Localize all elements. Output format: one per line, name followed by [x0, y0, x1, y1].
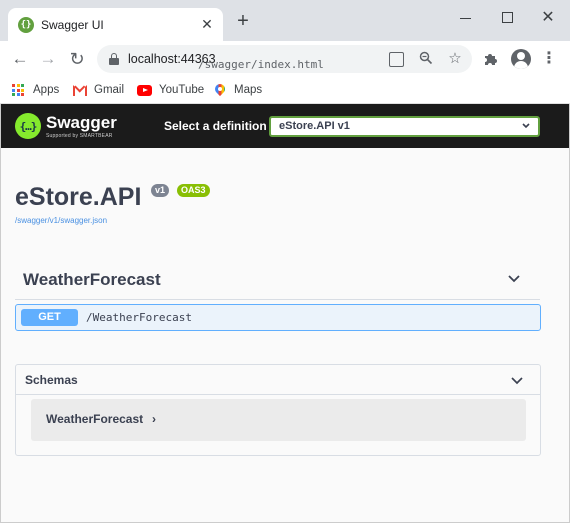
address-bar[interactable]: localhost:44363/swagger/index.html ☆: [97, 45, 472, 73]
chevron-right-icon[interactable]: ›: [152, 412, 156, 426]
back-arrow-icon[interactable]: ←: [10, 49, 30, 69]
bookmark-star-icon[interactable]: ☆: [447, 51, 463, 67]
apps-grid-dot: [16, 88, 20, 92]
browser-toolbar: ← → ↻ localhost:44363/swagger/index.html…: [0, 41, 570, 77]
bookmark-label: Maps: [234, 84, 263, 96]
address-url[interactable]: localhost:44363/swagger/index.html: [128, 52, 324, 71]
tag-divider: [15, 299, 540, 300]
apps-grid-dot: [12, 93, 15, 96]
browser-titlebar: {} Swagger UI ✕ + ✕: [0, 0, 570, 41]
apps-grid-dot: [12, 88, 15, 92]
tab-title: Swagger UI: [41, 18, 104, 32]
bookmarks-bar: Apps Gmail YouTube Maps: [0, 77, 570, 104]
bookmark-gmail[interactable]: Gmail: [73, 81, 124, 99]
api-title: eStore.API: [15, 183, 142, 211]
tag-chevron-down-icon[interactable]: [506, 270, 522, 286]
bookmark-label: Apps: [33, 84, 60, 96]
schemas-title: Schemas: [25, 373, 78, 387]
tag-section-title[interactable]: WeatherForecast: [23, 270, 161, 290]
swagger-logo-text[interactable]: Swagger: [46, 113, 117, 133]
extensions-puzzle-icon[interactable]: [482, 51, 498, 67]
bookmark-label: YouTube: [159, 84, 205, 96]
bookmark-youtube[interactable]: YouTube: [137, 81, 204, 99]
bookmark-apps[interactable]: Apps: [12, 81, 59, 99]
swagger-logo-icon[interactable]: {…}: [15, 113, 41, 139]
spec-json-link[interactable]: /swagger/v1/swagger.json: [15, 216, 107, 225]
translate-icon[interactable]: [388, 51, 404, 67]
tab-close-icon[interactable]: ✕: [199, 16, 215, 32]
forward-arrow-icon[interactable]: →: [38, 49, 58, 69]
definition-select[interactable]: eStore.API v1: [269, 116, 540, 137]
schema-item-weatherforecast[interactable]: WeatherForecast ›: [31, 399, 526, 441]
schemas-section: Schemas WeatherForecast ›: [15, 364, 541, 456]
maximize-icon[interactable]: [495, 8, 519, 28]
schema-name: WeatherForecast: [46, 412, 144, 426]
operation-get-weatherforecast[interactable]: GET /WeatherForecast: [15, 304, 541, 331]
apps-grid-dot: [21, 84, 24, 87]
version-badge: v1: [151, 184, 170, 197]
zoom-icon[interactable]: [418, 51, 434, 67]
apps-grid-dot: [21, 88, 24, 92]
window-close-icon[interactable]: ✕: [536, 8, 560, 28]
swagger-favicon-icon: {}: [18, 17, 34, 33]
bookmark-maps[interactable]: Maps: [215, 81, 262, 99]
apps-grid-icon: [12, 84, 24, 96]
url-path: /swagger/index.html: [198, 58, 324, 71]
apps-grid-dot: [12, 84, 15, 87]
schemas-header[interactable]: Schemas: [16, 365, 540, 395]
operation-path: /WeatherForecast: [86, 311, 192, 324]
apps-grid-dot: [16, 84, 20, 87]
swagger-logo-subtitle: Supported by SMARTBEAR: [46, 133, 113, 139]
http-method-badge: GET: [21, 309, 78, 326]
browser-tab[interactable]: {} Swagger UI ✕: [8, 8, 223, 41]
gmail-icon: [73, 84, 87, 96]
reload-icon[interactable]: ↻: [67, 49, 87, 69]
more-menu-icon[interactable]: ⋮: [541, 49, 557, 69]
bookmark-label: Gmail: [94, 84, 125, 96]
swagger-topbar: {…} Swagger Supported by SMARTBEAR Selec…: [1, 104, 569, 148]
definition-select-value: eStore.API v1: [279, 120, 350, 132]
maps-pin-icon: [215, 84, 225, 97]
apps-grid-dot: [21, 93, 24, 96]
minimize-icon[interactable]: [454, 8, 478, 28]
page-viewport: {…} Swagger Supported by SMARTBEAR Selec…: [0, 104, 570, 523]
chevron-down-icon: [521, 120, 531, 134]
schemas-chevron-down-icon[interactable]: [510, 373, 524, 387]
profile-avatar-icon[interactable]: [511, 49, 531, 69]
definition-label: Select a definition: [164, 119, 267, 133]
oas-badge: OAS3: [177, 184, 210, 197]
lock-icon[interactable]: [109, 53, 119, 65]
youtube-icon: [137, 84, 152, 96]
new-tab-button[interactable]: +: [233, 11, 253, 32]
apps-grid-dot: [16, 93, 20, 96]
